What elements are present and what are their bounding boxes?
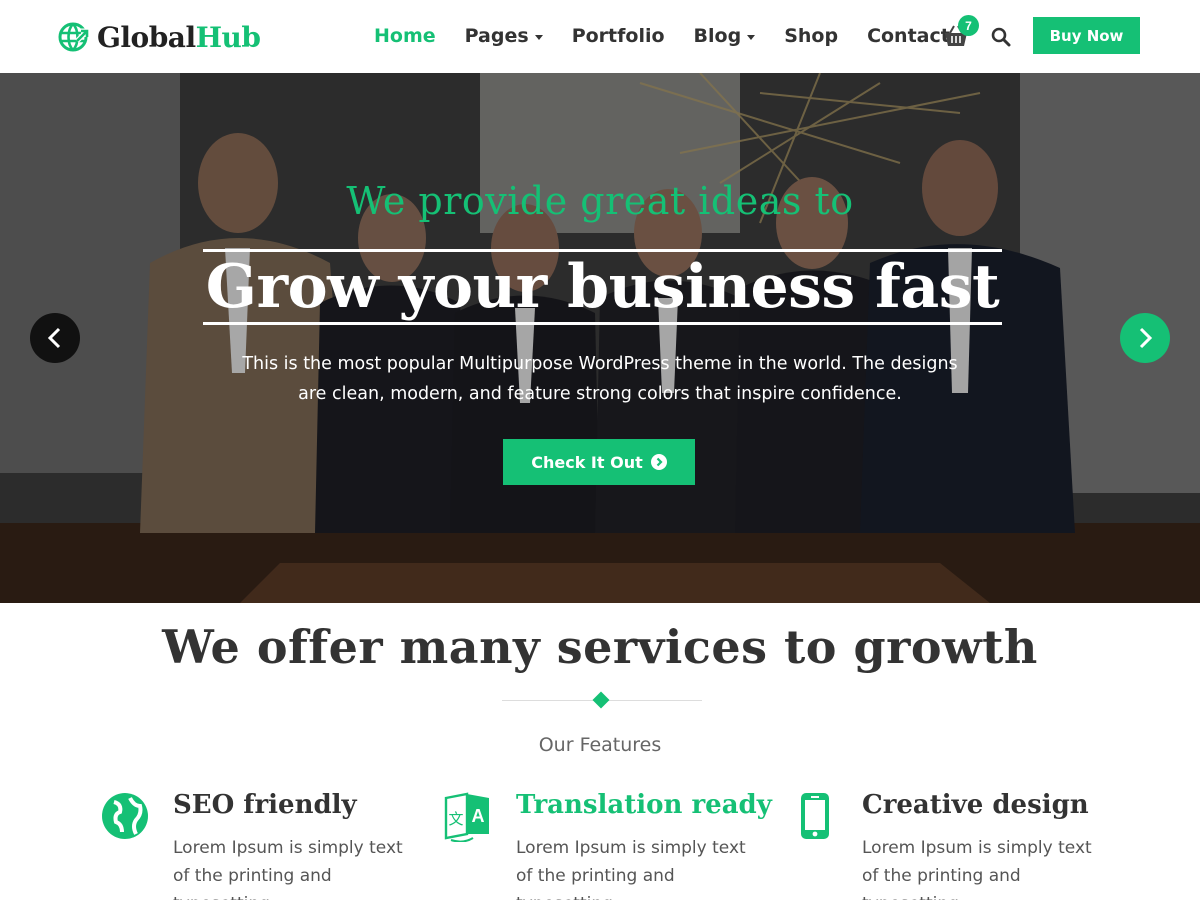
services-title: We offer many services to growth: [162, 620, 1038, 674]
cta-label: Check It Out: [531, 452, 643, 472]
site-header: GlobalHub Home Pages Portfolio Blog Shop…: [0, 0, 1200, 73]
translate-icon: A 文: [444, 792, 489, 842]
caret-down-icon: [534, 35, 543, 40]
services-subtitle: Our Features: [538, 734, 662, 756]
chevron-circle-right-icon: [650, 454, 667, 470]
nav-item-contact[interactable]: Contact: [867, 25, 950, 47]
main-nav: Home Pages Portfolio Blog Shop Contact: [374, 22, 979, 50]
feature-title: SEO friendly: [173, 790, 357, 820]
nav-item-pages[interactable]: Pages: [465, 25, 543, 47]
logo-text-part1: Global: [97, 20, 196, 54]
feature-card: A 文 Translation ready Lorem Ipsum is sim…: [443, 790, 773, 900]
feature-card: Creative design Lorem Ipsum is simply te…: [790, 790, 1120, 900]
cart-count-badge: 7: [958, 15, 979, 36]
slider-prev-button[interactable]: [30, 313, 80, 363]
logo-text-part2: Hub: [195, 20, 261, 54]
chevron-left-icon: [47, 327, 61, 349]
svg-text:文: 文: [448, 810, 463, 828]
search-icon[interactable]: [991, 27, 1011, 47]
feature-text: Lorem Ipsum is simply text of the printi…: [516, 838, 746, 900]
hero-kicker: We provide great ideas to: [346, 179, 854, 223]
globe-logo-icon: [58, 22, 89, 52]
feature-card: SEO friendly Lorem Ipsum is simply text …: [100, 790, 430, 900]
feature-text: Lorem Ipsum is simply text of the printi…: [862, 838, 1092, 900]
nav-label: Blog: [693, 25, 742, 47]
divider-diamond: [592, 691, 610, 709]
hero-title: Grow your business fast: [205, 252, 1000, 322]
nav-item-home[interactable]: Home: [374, 25, 436, 47]
hero-title-frame: Grow your business fast: [203, 249, 1002, 325]
nav-item-shop[interactable]: Shop: [784, 25, 838, 47]
buy-now-button[interactable]: Buy Now: [1033, 17, 1140, 54]
caret-down-icon: [747, 35, 756, 40]
svg-text:A: A: [472, 806, 485, 826]
feature-title: Creative design: [862, 790, 1089, 820]
feature-title: Translation ready: [516, 790, 772, 820]
nav-label: Pages: [464, 25, 529, 47]
globe-icon: [102, 793, 148, 839]
hero-slider: We provide great ideas to Grow your busi…: [0, 73, 1200, 603]
site-logo[interactable]: GlobalHub: [57, 18, 261, 56]
slider-next-button[interactable]: [1120, 313, 1170, 363]
chevron-right-icon: [1139, 327, 1153, 349]
nav-item-blog[interactable]: Blog: [694, 25, 756, 47]
nav-label: Contact: [867, 25, 950, 47]
hero-description: This is the most popular Multipurpose Wo…: [242, 354, 958, 404]
feature-text: Lorem Ipsum is simply text of the printi…: [173, 838, 403, 900]
hero-dark-overlay: [0, 73, 1200, 603]
nav-item-portfolio[interactable]: Portfolio: [572, 25, 665, 47]
logo-text: GlobalHub: [97, 20, 261, 54]
check-it-out-button[interactable]: Check It Out: [503, 439, 695, 485]
nav-label: Portfolio: [571, 25, 665, 47]
nav-label: Shop: [784, 25, 839, 47]
nav-label: Home: [374, 25, 436, 47]
mobile-icon: [801, 793, 829, 839]
